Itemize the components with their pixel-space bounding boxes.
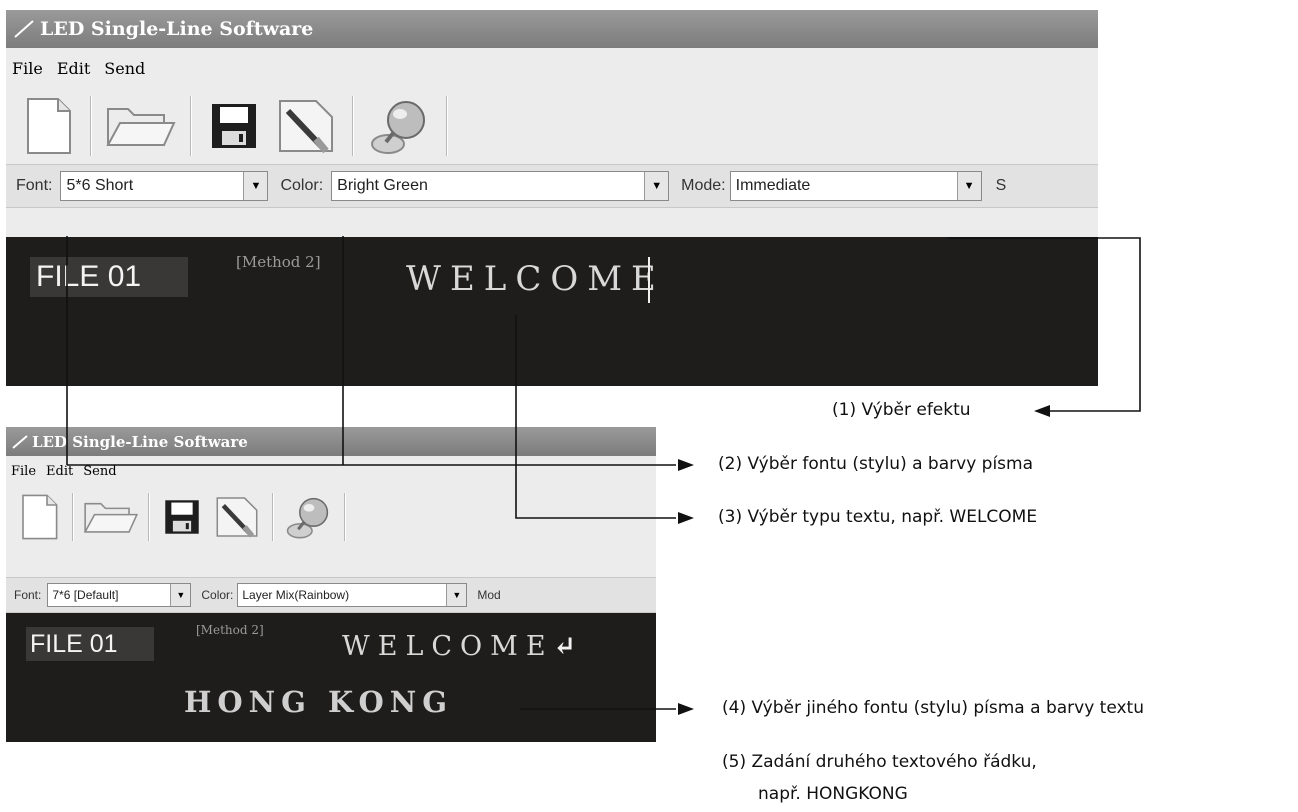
- annotation-5-line-2: např. HONGKONG: [758, 784, 908, 804]
- annotation-2: (2) Výběr fontu (stylu) a barvy písma: [718, 454, 1034, 474]
- annotation-5-line-1: (5) Zadání druhého textového řádku,: [722, 752, 1037, 772]
- arrowhead-2: [678, 459, 694, 471]
- arrowhead-1: [1034, 405, 1050, 417]
- annotation-3: (3) Výběr typu textu, např. WELCOME: [718, 507, 1038, 527]
- callout-line-3: [515, 315, 676, 519]
- arrowhead-3: [678, 512, 694, 524]
- callout-line-1: [948, 237, 1141, 412]
- annotation-4: (4) Výběr jiného fontu (stylu) písma a b…: [722, 698, 1144, 718]
- callout-lines: [66, 236, 1141, 715]
- arrowhead-4: [678, 703, 694, 715]
- annotation-1: (1) Výběr efektu: [832, 400, 971, 420]
